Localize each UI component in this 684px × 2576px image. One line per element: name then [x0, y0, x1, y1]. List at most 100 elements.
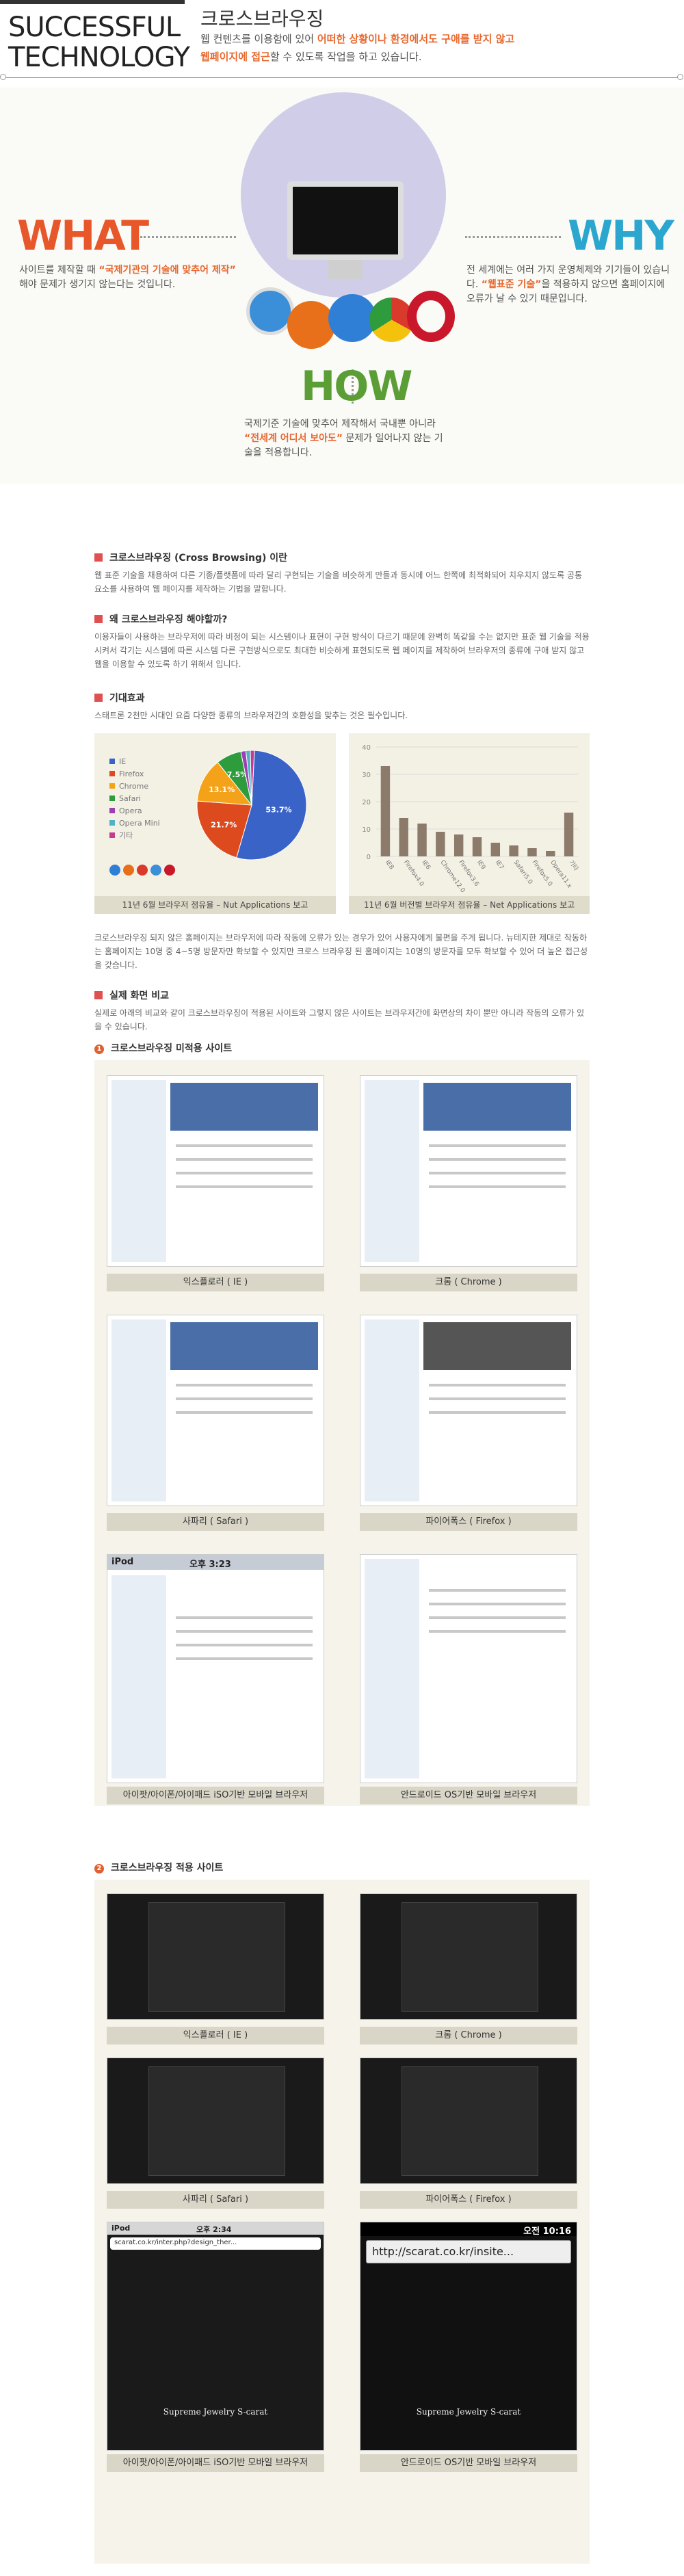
screenshot-image — [107, 1893, 324, 2020]
legend-swatch — [109, 832, 115, 838]
legend-swatch — [109, 820, 115, 826]
browser-mini-icon — [123, 865, 134, 876]
subsection-applied: 2 크로스브라우징 적용 사이트 — [94, 1861, 590, 1874]
opera-icon — [407, 291, 455, 342]
why-text: 전 세계에는 여러 가지 운영체제와 기기들이 있습니다. “웹표준 기술”을 … — [466, 265, 670, 304]
pie-slice-label: 21.7% — [211, 820, 237, 829]
brand-bar — [0, 0, 185, 4]
bar — [509, 845, 518, 856]
screenshot-image — [360, 1554, 577, 1783]
legend-label: 기타 — [119, 831, 133, 840]
legend-label: Firefox — [119, 770, 144, 778]
unapplied-screenshots: 익스플로러 ( IE ) 크롬 ( Chrome ) 사파리 ( Safari … — [94, 1060, 590, 1806]
y-tick-label: 0 — [367, 854, 371, 861]
shot-caption: 익스플로러 ( IE ) — [107, 1274, 324, 1291]
subsection-heading: 크로스브라우징 적용 사이트 — [111, 1863, 224, 1874]
legend-label: Opera — [119, 806, 142, 815]
firefox-icon — [287, 301, 335, 349]
monitor-stand-icon — [328, 260, 363, 279]
x-tick-label: IE7 — [494, 859, 505, 871]
browser-logos — [246, 287, 458, 356]
section-effect-followup: 크로스브라우징 되지 않은 홈페이지는 브라우저에 따라 작동에 오류가 있는 … — [94, 927, 590, 972]
brand-line-2: TECHNOLOGY — [8, 42, 190, 73]
section-compare: 실제 화면 비교 실제로 아래의 비교와 같이 크로스브라우징이 적용된 사이트… — [94, 988, 590, 1034]
screenshot-image — [360, 1315, 577, 1506]
x-tick-label: Safari5.0 — [512, 859, 534, 886]
legend-swatch — [109, 771, 115, 776]
screenshot-image — [107, 2058, 324, 2184]
y-tick-label: 20 — [362, 799, 371, 806]
y-tick-label: 40 — [362, 744, 371, 752]
brand-tagline: Supreme Jewelry S-carat — [163, 2407, 268, 2417]
brand-line-1: SUCCESSFUL — [8, 12, 181, 43]
pie-slice-label: 13.1% — [209, 785, 235, 794]
shot-caption: 사파리 ( Safari ) — [107, 2191, 324, 2209]
bar — [436, 832, 445, 856]
section-effect: 기대효과 스태트론 2천만 시대인 요즘 다양한 종류의 브라우저간의 호환성을… — [94, 691, 590, 722]
subsection-heading: 크로스브라우징 미적용 사이트 — [111, 1043, 233, 1054]
page-description: 웹 컨텐츠를 이용함에 있어 어떠한 상황이나 환경에서도 구애를 받지 않고 … — [200, 33, 515, 63]
bullet-square — [94, 694, 103, 702]
android-address-bar: http://scarat.co.kr/insite... — [366, 2240, 571, 2263]
applied-screenshots: 익스플로러 ( IE ) 크롬 ( Chrome ) 사파리 ( Safari … — [94, 1880, 590, 2564]
legend-swatch — [109, 796, 115, 801]
bar — [417, 824, 427, 856]
section-heading: 왜 크로스브라우징 해야할까? — [109, 614, 228, 625]
how-text: 국제기준 기술에 맞추어 제작해서 국내뿐 아니라 “전세계 어디서 보아도” … — [244, 419, 443, 458]
bar — [453, 834, 464, 856]
monitor-icon — [287, 181, 404, 260]
ios-status-bar: iPod 오후 3:23 — [107, 1555, 324, 1570]
section-heading: 기대효과 — [109, 693, 145, 704]
pie-chart: 53.7%21.7%13.1%7.5%IEFirefoxChromeSafari… — [109, 750, 307, 876]
bar — [564, 813, 574, 856]
section-body: 스태트론 2천만 시대인 요즘 다양한 종류의 브라우저간의 호환성을 맞추는 … — [94, 711, 408, 720]
pie-chart-caption: 11년 6월 브라우저 점유율 – Nut Applications 보고 — [94, 896, 336, 914]
ios-status-bar: iPod 오후 2:34 — [107, 2222, 324, 2235]
x-tick-label: IE6 — [421, 859, 432, 871]
brand-tagline: Supreme Jewelry S-carat — [416, 2407, 521, 2417]
how-heading: HOW — [301, 363, 412, 410]
legend-swatch — [109, 759, 115, 764]
screenshot-image: iPod 오후 3:23 — [107, 1554, 324, 1783]
section-body: 크로스브라우징 되지 않은 홈페이지는 브라우저에 따라 작동에 오류가 있는 … — [94, 933, 588, 970]
shot-caption: 파이어폭스 ( Firefox ) — [360, 1513, 577, 1531]
shot-caption: 안드로이드 OS기반 모바일 브라우저 — [360, 2454, 577, 2472]
bullet-square — [94, 553, 103, 562]
shot-caption: 안드로이드 OS기반 모바일 브라우저 — [360, 1787, 577, 1804]
section-body: 실제로 아래의 비교와 같이 크로스브라우징이 적용된 사이트와 그렇지 않은 … — [94, 1008, 585, 1031]
bar — [380, 766, 391, 856]
shot-caption: 크롬 ( Chrome ) — [360, 2027, 577, 2045]
shot-caption: 사파리 ( Safari ) — [107, 1513, 324, 1531]
shot-caption: 크롬 ( Chrome ) — [360, 1274, 577, 1291]
rule-dot-left — [0, 74, 6, 80]
y-tick-label: 30 — [362, 772, 371, 779]
section-heading: 실제 화면 비교 — [109, 990, 170, 1001]
screenshot-image — [360, 1893, 577, 2020]
shot-caption: 익스플로러 ( IE ) — [107, 2027, 324, 2045]
bullet-square — [94, 615, 103, 623]
bar — [527, 848, 537, 856]
section-why: 왜 크로스브라우징 해야할까? 이용자들이 사용하는 브라우저에 따라 비정이 … — [94, 612, 590, 671]
browser-mini-icon — [164, 865, 175, 876]
legend-label: IE — [119, 757, 126, 766]
bar-chart-panel: 40 30 20 10 0 IE8 Firefox4.0 IE6 Chrome12.0 Firef… — [349, 733, 590, 904]
pie-slice-label: 53.7% — [265, 806, 291, 815]
subsection-unapplied: 1 크로스브라우징 미적용 사이트 — [94, 1041, 590, 1055]
legend-label: Safari — [119, 794, 141, 803]
x-tick-label: IE8 — [384, 859, 395, 871]
what-text: 사이트를 제작할 때 “국제기관의 기술에 맞추어 제작” 해야 문제가 생기지… — [19, 265, 236, 290]
bar — [399, 818, 408, 856]
browser-mini-icon — [137, 865, 148, 876]
rule-dot-right — [677, 74, 683, 80]
why-arrow — [465, 236, 561, 238]
bullet-square — [94, 991, 103, 999]
browser-mini-icon — [109, 865, 120, 876]
number-badge-2: 2 — [94, 1864, 104, 1874]
number-badge-1: 1 — [94, 1044, 104, 1054]
pie-chart-panel: 53.7% 21.7% 13.1% 7.5% IE Firefox Chrome Safari… — [94, 733, 336, 904]
bar — [546, 851, 555, 856]
header-rule — [3, 77, 680, 78]
y-tick-label: 10 — [362, 826, 371, 834]
section-body: 웹 표준 기술을 채용하여 다른 기종/플랫폼에 따라 달리 구현되는 기술을 … — [94, 570, 583, 594]
x-tick-label: 기타 — [567, 858, 580, 872]
